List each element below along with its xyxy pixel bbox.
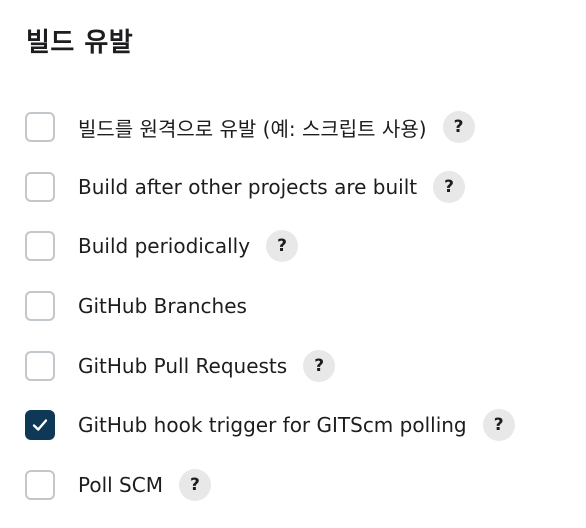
trigger-checkbox-github-pull-requests[interactable] [25, 351, 55, 381]
trigger-label-poll-scm[interactable]: Poll SCM [78, 473, 163, 497]
trigger-checkbox-remote[interactable] [25, 112, 55, 142]
trigger-checkbox-periodically[interactable] [25, 231, 55, 261]
help-icon[interactable]: ? [482, 409, 515, 441]
trigger-row-github-pull-requests[interactable]: GitHub Pull Requests ? [25, 348, 336, 384]
trigger-checkbox-github-hook[interactable] [25, 410, 55, 440]
trigger-row-after-other-projects[interactable]: Build after other projects are built ? [25, 169, 466, 205]
help-icon[interactable]: ? [442, 111, 475, 143]
help-icon[interactable]: ? [433, 171, 466, 203]
trigger-label-github-branches[interactable]: GitHub Branches [78, 294, 247, 318]
trigger-row-poll-scm[interactable]: Poll SCM ? [25, 467, 211, 503]
help-icon[interactable]: ? [266, 230, 299, 262]
trigger-label-remote[interactable]: 빌드를 원격으로 유발 (예: 스크립트 사용) [78, 113, 427, 142]
trigger-checkbox-poll-scm[interactable] [25, 470, 55, 500]
trigger-checkbox-after-other-projects[interactable] [25, 172, 55, 202]
help-icon[interactable]: ? [178, 469, 211, 501]
trigger-label-after-other-projects[interactable]: Build after other projects are built [78, 175, 417, 199]
trigger-row-github-hook[interactable]: GitHub hook trigger for GITScm polling ? [25, 407, 515, 443]
trigger-label-github-pull-requests[interactable]: GitHub Pull Requests [78, 354, 287, 378]
help-icon[interactable]: ? [303, 350, 336, 382]
trigger-row-remote[interactable]: 빌드를 원격으로 유발 (예: 스크립트 사용) ? [25, 109, 475, 145]
check-icon [32, 419, 48, 431]
trigger-checkbox-github-branches[interactable] [25, 291, 55, 321]
trigger-label-periodically[interactable]: Build periodically [78, 234, 250, 258]
trigger-row-periodically[interactable]: Build periodically ? [25, 228, 299, 264]
trigger-label-github-hook[interactable]: GitHub hook trigger for GITScm polling [78, 413, 467, 437]
section-title: 빌드 유발 [26, 28, 134, 58]
trigger-row-github-branches[interactable]: GitHub Branches [25, 288, 247, 324]
